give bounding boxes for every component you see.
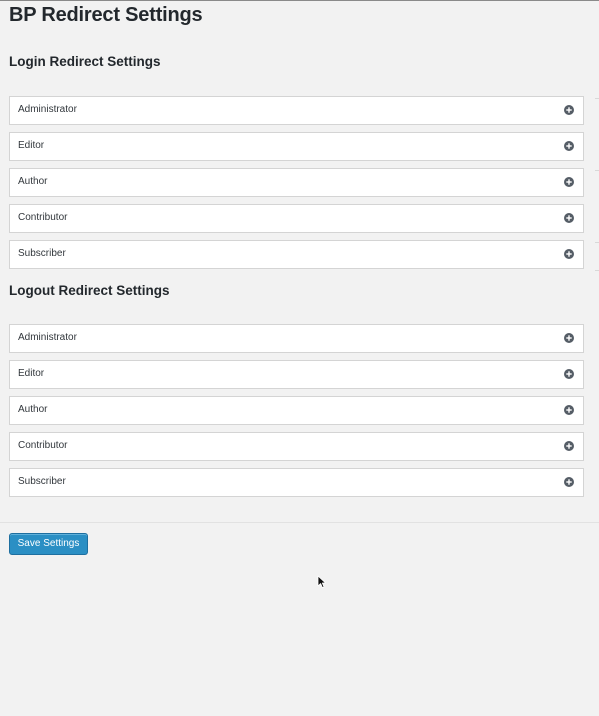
- logout-role-contributor[interactable]: Contributor: [9, 432, 584, 461]
- plus-circle-icon: [564, 213, 574, 223]
- role-label: Administrator: [18, 332, 77, 343]
- logout-role-subscriber[interactable]: Subscriber: [9, 468, 584, 497]
- logout-section-title: Logout Redirect Settings: [9, 283, 170, 298]
- login-role-accordion: Administrator Editor Author Contributor …: [9, 96, 584, 276]
- edge-divider: [595, 98, 599, 99]
- role-label: Contributor: [18, 440, 68, 451]
- edge-divider: [595, 270, 599, 271]
- role-label: Author: [18, 176, 48, 187]
- plus-circle-icon: [564, 141, 574, 151]
- login-section-title: Login Redirect Settings: [9, 54, 161, 69]
- settings-page: BP Redirect Settings Login Redirect Sett…: [0, 0, 599, 716]
- logout-role-author[interactable]: Author: [9, 396, 584, 425]
- role-label: Contributor: [18, 212, 68, 223]
- mouse-pointer-icon: [317, 575, 326, 588]
- plus-circle-icon: [564, 441, 574, 451]
- role-label: Author: [18, 404, 48, 415]
- edge-divider: [595, 242, 599, 243]
- save-settings-button[interactable]: Save Settings: [9, 533, 88, 555]
- plus-circle-icon: [564, 477, 574, 487]
- plus-circle-icon: [564, 105, 574, 115]
- section-divider: [0, 522, 599, 523]
- login-role-subscriber[interactable]: Subscriber: [9, 240, 584, 269]
- plus-circle-icon: [564, 333, 574, 343]
- logout-role-editor[interactable]: Editor: [9, 360, 584, 389]
- logout-role-administrator[interactable]: Administrator: [9, 324, 584, 353]
- edge-divider: [595, 170, 599, 171]
- page-title: BP Redirect Settings: [9, 4, 203, 26]
- plus-circle-icon: [564, 177, 574, 187]
- plus-circle-icon: [564, 249, 574, 259]
- role-label: Editor: [18, 368, 45, 379]
- plus-circle-icon: [564, 369, 574, 379]
- login-role-contributor[interactable]: Contributor: [9, 204, 584, 233]
- logout-role-accordion: Administrator Editor Author Contributor …: [9, 324, 584, 504]
- login-role-editor[interactable]: Editor: [9, 132, 584, 161]
- role-label: Editor: [18, 140, 45, 151]
- role-label: Administrator: [18, 104, 77, 115]
- login-role-author[interactable]: Author: [9, 168, 584, 197]
- plus-circle-icon: [564, 405, 574, 415]
- role-label: Subscriber: [18, 248, 66, 259]
- login-role-administrator[interactable]: Administrator: [9, 96, 584, 125]
- role-label: Subscriber: [18, 476, 66, 487]
